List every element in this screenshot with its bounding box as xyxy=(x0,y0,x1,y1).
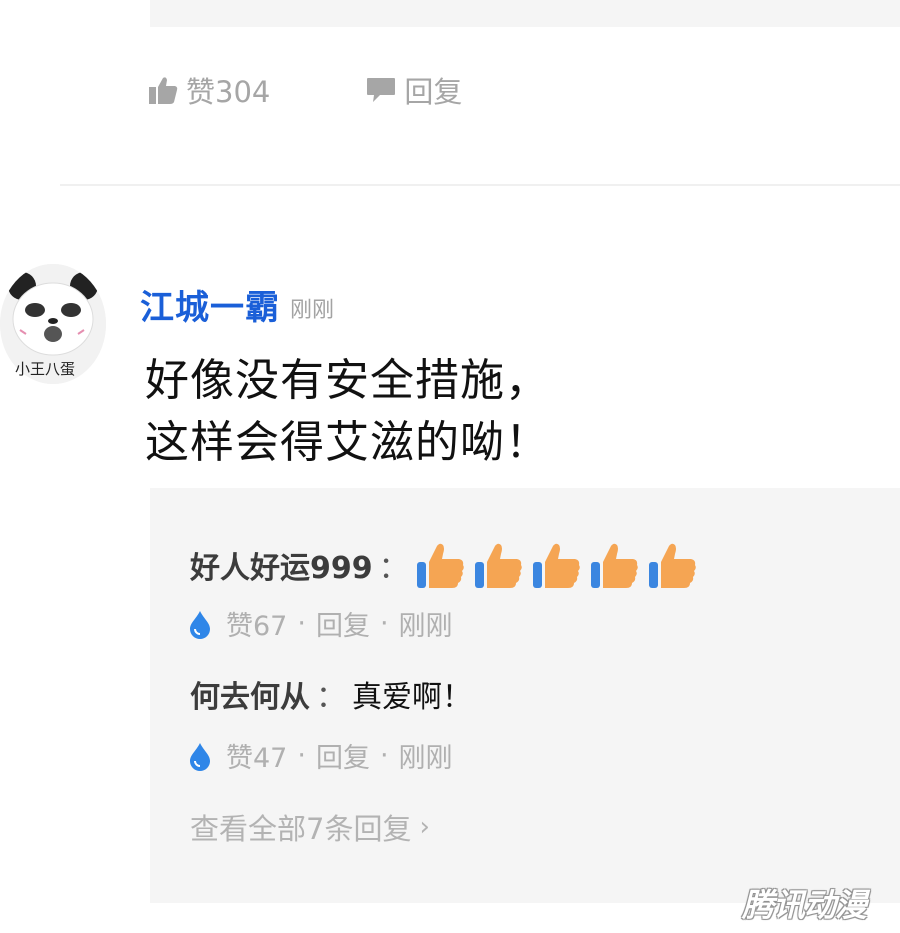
reply-reply-link[interactable]: 回复 xyxy=(316,604,370,643)
comment-line: 这样会得艾滋的呦！ xyxy=(145,417,550,468)
previous-reply-box xyxy=(150,0,900,27)
reply-like-button[interactable]: 赞47 xyxy=(188,736,287,775)
comment-line: 好像没有安全措施， xyxy=(145,355,550,406)
avatar-caption: 小王八蛋 xyxy=(14,360,75,378)
reply-item: 好人好运999 ： xyxy=(190,540,705,590)
view-all-replies-link[interactable]: 查看全部7条回复 › xyxy=(190,806,430,848)
like-button[interactable]: 赞304 xyxy=(148,69,270,111)
thumbs-up-emoji-icon xyxy=(590,543,638,588)
reply-separator: ： xyxy=(378,551,409,586)
comment-timestamp: 刚刚 xyxy=(290,297,335,323)
thumbs-up-emoji-icon xyxy=(648,543,696,588)
reply-emoji-row xyxy=(415,540,705,590)
water-drop-icon xyxy=(190,610,210,639)
chevron-right-icon: › xyxy=(419,812,430,842)
meta-dot: · xyxy=(297,608,306,639)
section-divider xyxy=(60,184,900,186)
view-all-label: 查看全部7条回复 xyxy=(190,812,412,846)
reply-label: 回复 xyxy=(404,75,463,109)
meta-dot: · xyxy=(379,608,389,639)
reply-meta: 赞47 · 回复 · 刚刚 xyxy=(188,736,453,775)
thumbs-up-emoji-icon xyxy=(474,543,522,588)
replies-box: 好人好运999 ： 赞67 · 回复 · 刚刚 何去何从 ： 真爱啊！ 赞47 … xyxy=(150,488,900,903)
reply-time: 刚刚 xyxy=(398,611,453,642)
like-count: 赞304 xyxy=(186,75,271,109)
thumbs-up-icon xyxy=(149,77,178,104)
watermark-logo: 腾讯动漫 xyxy=(742,886,867,924)
reply-separator: ： xyxy=(316,680,346,715)
reply-button[interactable]: 回复 xyxy=(366,69,462,111)
comment-header: 江城一霸 刚刚 xyxy=(140,280,334,329)
comment-page: 赞304 回复 小王八蛋 江城一霸 刚刚 好像没有安全措施， 这样会得艾滋的呦！ xyxy=(0,0,900,933)
thumbs-up-emoji-icon xyxy=(416,543,464,588)
reply-like-count: 赞47 xyxy=(226,743,288,774)
reply-like-count: 赞67 xyxy=(226,611,288,642)
reply-username[interactable]: 何去何从 xyxy=(190,672,310,716)
meta-dot: · xyxy=(379,740,389,771)
reply-like-button[interactable]: 赞67 xyxy=(188,604,287,643)
reply-meta: 赞67 · 回复 · 刚刚 xyxy=(188,604,453,643)
comment-body: 好像没有安全措施， 这样会得艾滋的呦！ xyxy=(145,350,550,474)
reply-item: 何去何从 ： 真爱啊！ xyxy=(190,672,472,716)
speech-bubble-icon xyxy=(367,78,396,102)
meta-dot: · xyxy=(297,740,306,771)
water-drop-icon xyxy=(190,742,210,771)
reply-time: 刚刚 xyxy=(398,743,453,774)
reply-reply-link[interactable]: 回复 xyxy=(316,736,370,775)
top-action-bar: 赞304 回复 xyxy=(148,68,462,112)
reply-username[interactable]: 好人好运999 xyxy=(190,543,373,587)
reply-text: 真爱啊！ xyxy=(352,680,472,715)
comment-username[interactable]: 江城一霸 xyxy=(140,280,280,329)
thumbs-up-emoji-icon xyxy=(532,543,580,588)
